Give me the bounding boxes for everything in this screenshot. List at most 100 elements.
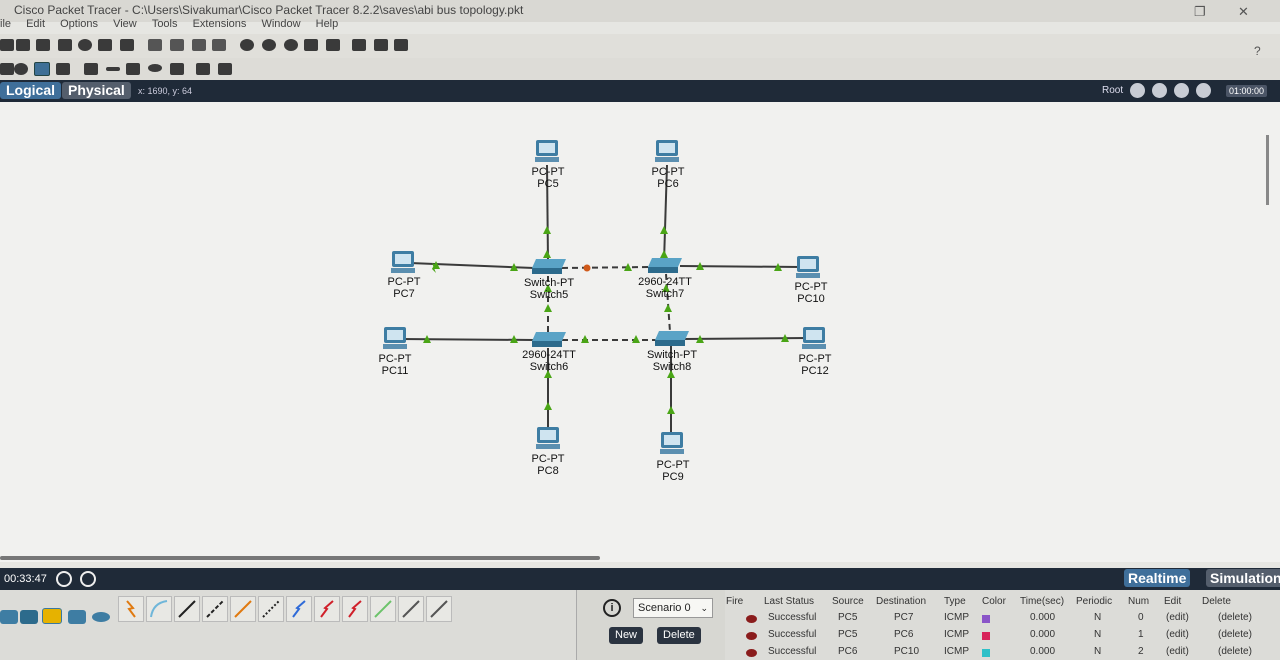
new-scenario-button[interactable]: New [609,627,644,644]
pc-icon[interactable] [660,432,684,454]
resize-icon[interactable] [56,63,70,75]
image-icon[interactable] [394,39,408,51]
vertical-scrollbar[interactable] [1266,135,1269,205]
table-row[interactable]: Successful PC5 PC6 ICMP 0.000 N 1 (edit)… [724,629,1280,645]
coaxial-icon[interactable] [286,596,312,622]
fast-forward-icon[interactable] [80,571,96,587]
freeform-icon[interactable] [170,63,184,75]
info-icon[interactable] [78,39,92,51]
chevron-down-icon: ⌄ [700,603,708,613]
edit-link[interactable]: (edit) [1166,646,1189,657]
network-wizard-icon[interactable] [98,39,112,51]
line-icon[interactable] [106,67,120,71]
delete-link[interactable]: (delete) [1218,629,1252,640]
select-icon[interactable] [0,63,14,75]
zoom-out-icon[interactable] [284,39,298,51]
tab-logical[interactable]: Logical [0,82,62,99]
viewport-toggle-icon[interactable] [1196,83,1211,98]
switch-icon[interactable] [532,259,566,274]
info-icon[interactable]: i [603,599,621,617]
table-row[interactable]: Successful PC6 PC10 ICMP 0.000 N 2 (edit… [724,646,1280,660]
redo-icon[interactable] [212,39,226,51]
logical-workspace[interactable]: PC-PT PC5 PC-PT PC6 PC-PT PC7 PC-PT PC10… [0,102,1280,562]
pc-icon[interactable] [655,140,679,162]
fire-icon[interactable] [746,632,757,640]
pc-icon[interactable] [383,327,407,349]
fire-icon[interactable] [746,615,757,623]
num-cell: 0 [1138,612,1144,623]
connections-icon[interactable] [42,608,62,624]
phone-cable-icon[interactable] [258,596,284,622]
menu-options[interactable]: Options [60,18,98,30]
menu-view[interactable]: View [113,18,137,30]
viewport-icon[interactable] [374,39,388,51]
pc-icon[interactable] [802,327,826,349]
menu-help[interactable]: Help [316,18,339,30]
scenario-select[interactable]: Scenario 0 ⌄ [633,598,713,618]
undo-icon[interactable] [192,39,206,51]
menu-file[interactable]: ile [0,18,11,30]
menu-window[interactable]: Window [261,18,300,30]
zoom-reset-icon[interactable] [262,39,276,51]
auto-connection-icon[interactable] [118,596,144,622]
power-cycle-icon[interactable] [56,571,72,587]
copper-cross-icon[interactable] [202,596,228,622]
delete-link[interactable]: (delete) [1218,646,1252,657]
octal-cable-icon[interactable] [370,596,396,622]
switch-icon[interactable] [648,258,682,273]
print-icon[interactable] [58,39,72,51]
edit-link[interactable]: (edit) [1166,629,1189,640]
serial-dte-icon[interactable] [342,596,368,622]
pc-icon[interactable] [535,140,559,162]
copy-icon[interactable] [148,39,162,51]
drawing-palette-icon[interactable] [304,39,318,51]
note-icon[interactable] [84,63,98,75]
end-devices-icon[interactable] [20,610,38,624]
move-object-icon[interactable] [1174,83,1189,98]
fiber-icon[interactable] [230,596,256,622]
network-devices-icon[interactable] [0,610,18,624]
menu-tools[interactable]: Tools [152,18,178,30]
menu-extensions[interactable]: Extensions [193,18,247,30]
help-icon[interactable]: ? [1254,44,1261,58]
tab-realtime[interactable]: Realtime [1124,569,1191,587]
edit-link[interactable]: (edit) [1166,612,1189,623]
column-header: Source [832,596,864,607]
save-icon[interactable] [36,39,50,51]
pc-icon[interactable] [536,427,560,449]
delete-link[interactable]: (delete) [1218,612,1252,623]
inspect-icon[interactable] [14,63,28,75]
switch-icon[interactable] [532,332,566,347]
misc-icon[interactable] [68,610,86,624]
delete-scenario-button[interactable]: Delete [657,627,701,644]
usb-cable-icon[interactable] [426,596,452,622]
new-file-icon[interactable] [0,39,14,51]
tab-physical[interactable]: Physical [62,82,131,99]
open-icon[interactable] [16,39,30,51]
add-simple-pdu-icon[interactable] [196,63,210,75]
console-cable-icon[interactable] [146,596,172,622]
switch-icon[interactable] [655,331,689,346]
serial-dce-icon[interactable] [314,596,340,622]
tab-simulation[interactable]: Simulation [1206,569,1280,587]
zoom-in-icon[interactable] [240,39,254,51]
new-cluster-icon[interactable] [1152,83,1167,98]
iot-cable-icon[interactable] [398,596,424,622]
horizontal-scrollbar[interactable] [0,556,600,560]
menu-edit[interactable]: Edit [26,18,45,30]
pc-icon[interactable] [391,251,415,273]
multiuser-icon[interactable] [92,612,110,622]
add-complex-pdu-icon[interactable] [218,63,232,75]
paste-icon[interactable] [170,39,184,51]
move-layout-icon[interactable] [34,62,50,76]
fire-icon[interactable] [746,649,757,657]
pc-icon[interactable] [796,256,820,278]
copper-straight-icon[interactable] [174,596,200,622]
back-icon[interactable] [1130,83,1145,98]
rectangle-icon[interactable] [126,63,140,75]
custom-devices-dialog-icon[interactable] [326,39,340,51]
ellipse-icon[interactable] [148,64,162,72]
table-row[interactable]: Successful PC5 PC7 ICMP 0.000 N 0 (edit)… [724,612,1280,628]
custom-device-icon[interactable] [120,39,134,51]
cluster-icon[interactable] [352,39,366,51]
